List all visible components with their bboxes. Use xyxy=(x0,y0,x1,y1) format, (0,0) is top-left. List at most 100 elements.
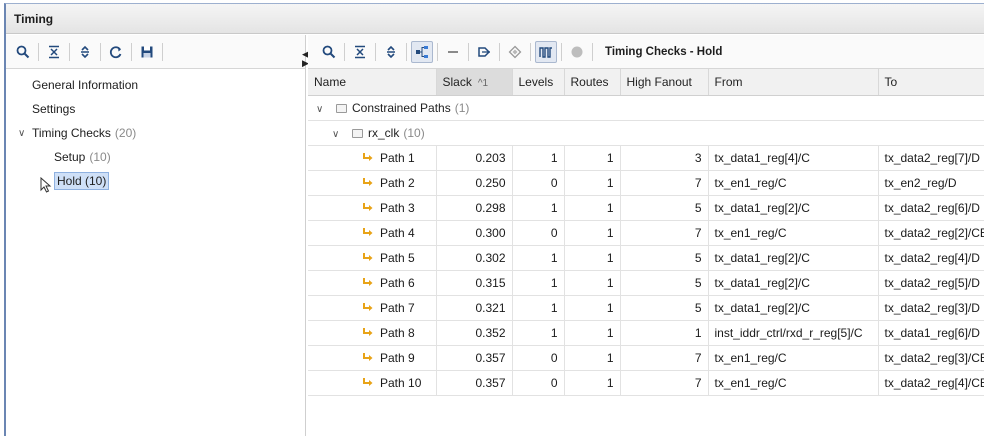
to-pin: tx_data2_reg[2]/CE xyxy=(878,220,984,246)
high-fanout-value: 5 xyxy=(620,195,709,221)
toolbar-separator xyxy=(530,42,531,61)
timing-path-icon xyxy=(363,252,373,261)
path-name: Path 4 xyxy=(308,220,437,246)
path-label: Path 7 xyxy=(380,300,415,315)
to-pin: tx_data2_reg[3]/CE xyxy=(878,345,984,371)
high-fanout-value: 5 xyxy=(620,270,709,296)
toolbar-separator xyxy=(592,42,593,61)
levels-value: 1 xyxy=(512,270,565,296)
timing-path-icon xyxy=(363,227,373,236)
tree-item-settings[interactable]: Settings xyxy=(6,97,305,121)
levels-value: 1 xyxy=(512,320,565,346)
slack-value: 0.357 xyxy=(436,370,513,396)
from-pin: tx_en1_reg/C xyxy=(708,345,879,371)
from-pin: tx_data1_reg[2]/C xyxy=(708,195,879,221)
column-header-label: Slack xyxy=(442,74,472,89)
expand-all-icon[interactable] xyxy=(74,41,96,63)
path-label: Path 3 xyxy=(380,200,415,215)
save-icon[interactable] xyxy=(136,41,158,63)
search-icon[interactable] xyxy=(318,41,340,63)
timing-path-icon xyxy=(363,327,373,336)
table-row[interactable]: Path 2 0.250 0 1 7 tx_en1_reg/C tx_en2_reg/D xyxy=(308,170,984,196)
tree-item-general-information[interactable]: General Information xyxy=(6,73,305,97)
slack-value: 0.298 xyxy=(436,195,513,221)
left-toolbar xyxy=(6,35,305,69)
tree-item-hold[interactable]: Hold (10) xyxy=(6,169,305,193)
from-pin: tx_en1_reg/C xyxy=(708,370,879,396)
high-fanout-value: 5 xyxy=(620,295,709,321)
hierarchy-icon[interactable] xyxy=(411,40,433,63)
right-toolbar: Timing Checks - Hold xyxy=(308,35,984,69)
routes-value: 1 xyxy=(564,170,621,196)
tree-item-setup[interactable]: Setup (10) xyxy=(6,145,305,169)
chevron-down-icon[interactable]: ∨ xyxy=(316,104,326,115)
routes-value: 1 xyxy=(564,220,621,246)
tree-item-count: (10) xyxy=(89,150,111,164)
toolbar-separator xyxy=(69,42,70,61)
group-row-constrained-paths[interactable]: ∨ Constrained Paths (1) xyxy=(308,95,984,121)
from-pin: tx_en1_reg/C xyxy=(708,220,879,246)
levels-value: 1 xyxy=(512,145,565,171)
to-pin: tx_en2_reg/D xyxy=(878,170,984,196)
toolbar-separator xyxy=(131,42,132,61)
table-row[interactable]: Path 9 0.357 0 1 7 tx_en1_reg/C tx_data2_reg[3… xyxy=(308,345,984,371)
tree-item-timing-checks[interactable]: ∨ Timing Checks (20) xyxy=(6,121,305,145)
to-pin: tx_data2_reg[6]/D xyxy=(878,195,984,221)
routes-value: 1 xyxy=(564,270,621,296)
column-header-routes[interactable]: Routes xyxy=(564,69,621,96)
high-fanout-value: 7 xyxy=(620,345,709,371)
slack-value: 0.315 xyxy=(436,270,513,296)
window-title: Timing xyxy=(6,4,984,34)
group-label: rx_clk xyxy=(368,125,400,140)
table-row[interactable]: Path 10 0.357 0 1 7 tx_en1_reg/C tx_data2_reg[… xyxy=(308,370,984,396)
table-row[interactable]: Path 1 0.203 1 1 3 tx_data1_reg[4]/C tx_data2_… xyxy=(308,145,984,171)
minus-icon[interactable] xyxy=(442,41,464,63)
column-header-name[interactable]: Name xyxy=(308,69,437,96)
collapse-all-icon[interactable] xyxy=(349,41,371,63)
timing-path-icon xyxy=(363,302,373,311)
path-name: Path 9 xyxy=(308,345,437,371)
expand-all-icon[interactable] xyxy=(380,41,402,63)
search-icon[interactable] xyxy=(12,41,34,63)
diamond-icon[interactable] xyxy=(504,41,526,63)
table-row[interactable]: Path 4 0.300 0 1 7 tx_en1_reg/C tx_data2_reg[2… xyxy=(308,220,984,246)
routes-value: 1 xyxy=(564,195,621,221)
levels-value: 0 xyxy=(512,170,565,196)
tree-item-label: Settings xyxy=(32,102,76,116)
levels-value: 1 xyxy=(512,195,565,221)
column-header-high-fanout[interactable]: High Fanout xyxy=(620,69,709,96)
collapse-all-icon[interactable] xyxy=(43,41,65,63)
to-pin: tx_data2_reg[7]/D xyxy=(878,145,984,171)
from-pin: tx_en1_reg/C xyxy=(708,170,879,196)
high-fanout-value: 7 xyxy=(620,220,709,246)
path-label: Path 6 xyxy=(380,275,415,290)
chevron-down-icon[interactable]: ∨ xyxy=(18,128,28,139)
to-pin: tx_data2_reg[4]/CE xyxy=(878,370,984,396)
timing-window: Timing General Information Settings ∨ Ti… xyxy=(4,3,984,436)
table-row[interactable]: Path 8 0.352 1 1 1 inst_iddr_ctrl/rxd_r_reg[5… xyxy=(308,320,984,346)
table-row[interactable]: Path 3 0.298 1 1 5 tx_data1_reg[2]/C tx_data2_… xyxy=(308,195,984,221)
column-header-slack[interactable]: Slack ^1 xyxy=(436,69,513,96)
circle-icon[interactable] xyxy=(566,41,588,63)
high-fanout-value: 5 xyxy=(620,245,709,271)
table-row[interactable]: Path 7 0.321 1 1 5 tx_data1_reg[2]/C tx_data2_… xyxy=(308,295,984,321)
toolbar-separator xyxy=(100,42,101,61)
chevron-down-icon[interactable]: ∨ xyxy=(332,129,342,140)
timing-path-icon xyxy=(363,202,373,211)
tree-item-label: Setup xyxy=(54,150,86,164)
levels-value: 1 xyxy=(512,245,565,271)
high-fanout-value: 7 xyxy=(620,370,709,396)
group-row-rx-clk[interactable]: ∨ rx_clk (10) xyxy=(308,120,984,146)
table-row[interactable]: Path 6 0.315 1 1 5 tx_data1_reg[2]/C tx_data2_… xyxy=(308,270,984,296)
table-row[interactable]: Path 5 0.302 1 1 5 tx_data1_reg[2]/C tx_data2_… xyxy=(308,245,984,271)
column-header-to[interactable]: To xyxy=(878,69,984,96)
waveform-icon[interactable] xyxy=(535,40,557,63)
timing-path-icon xyxy=(363,177,373,186)
timing-path-icon xyxy=(363,377,373,386)
toolbar-separator xyxy=(406,42,407,61)
column-header-levels[interactable]: Levels xyxy=(512,69,565,96)
refresh-icon[interactable] xyxy=(105,41,127,63)
schematic-icon[interactable] xyxy=(473,41,495,63)
routes-value: 1 xyxy=(564,295,621,321)
column-header-from[interactable]: From xyxy=(708,69,879,96)
